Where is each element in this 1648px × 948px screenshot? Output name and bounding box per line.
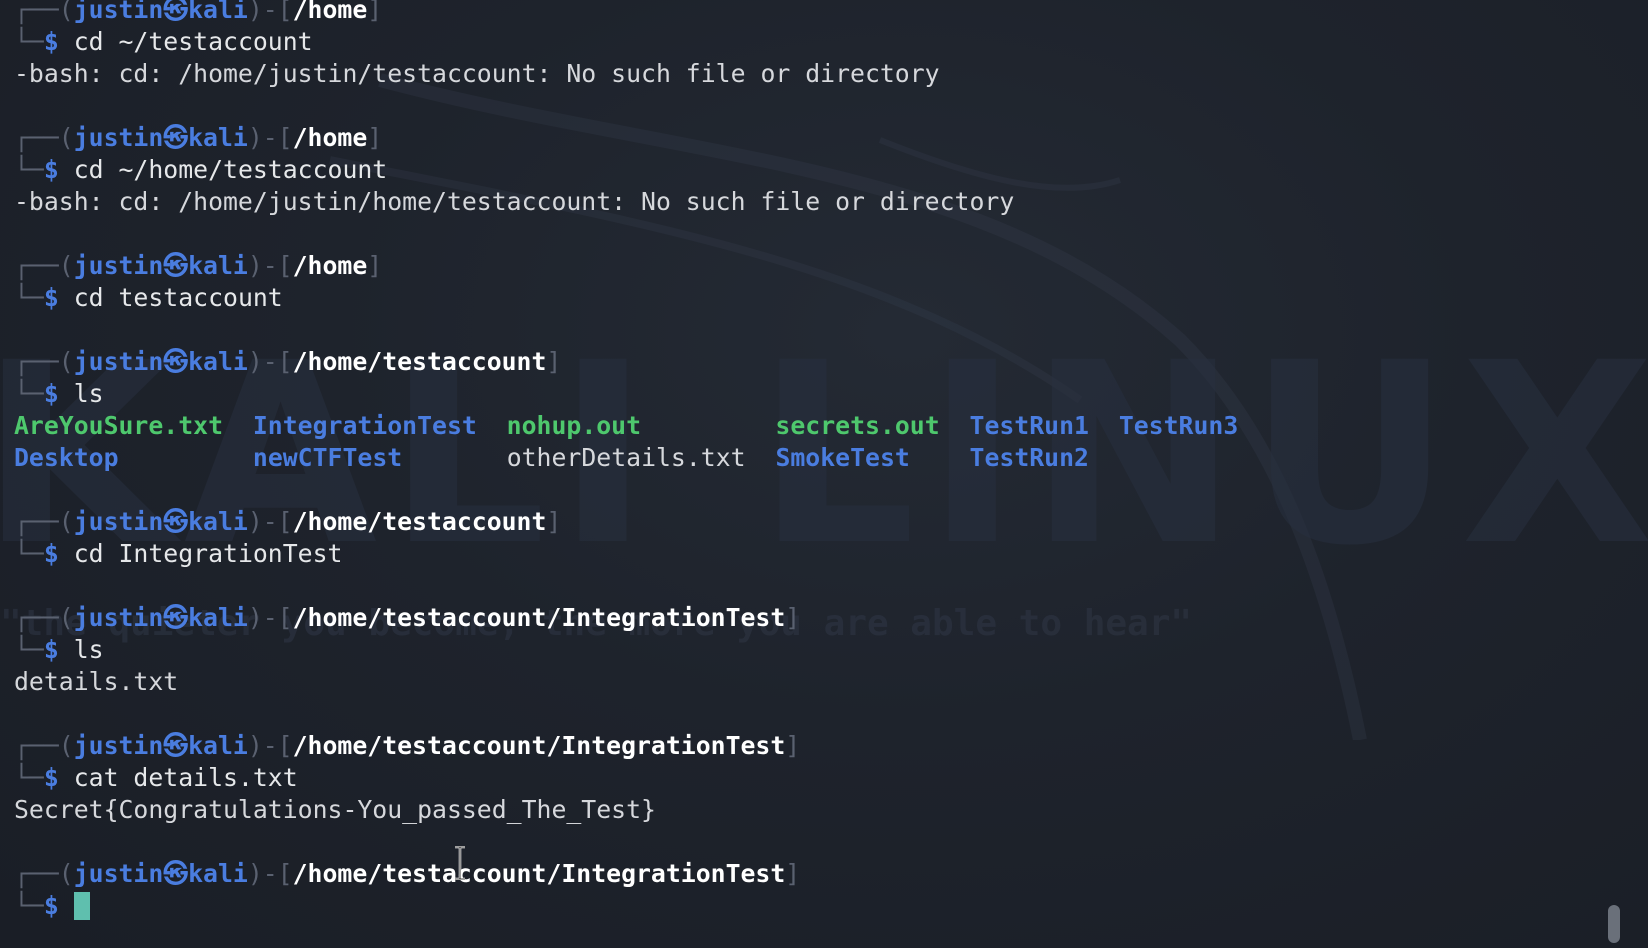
directory-entry: TestRun1 (969, 411, 1089, 440)
prompt-line: ┌──(justin㉿kali)-[/home/testaccount] (14, 347, 562, 376)
command-line: └─$ cat details.txt (14, 763, 298, 792)
output-line: details.txt (14, 667, 179, 696)
file-entry: secrets.out (775, 411, 940, 440)
prompt-line: ┌──(justin㉿kali)-[/home/testaccount] (14, 507, 562, 536)
ibeam-cursor-icon (455, 846, 465, 880)
scrollbar-thumb[interactable] (1608, 905, 1620, 943)
prompt-line: ┌──(justin㉿kali)-[/home/testaccount/Inte… (14, 859, 801, 888)
command-line: └─$ ls (14, 635, 104, 664)
prompt-line: ┌──(justin㉿kali)-[/home] (14, 0, 383, 24)
command-line: └─$ cd ~/testaccount (14, 27, 313, 56)
output-line: -bash: cd: /home/justin/home/testaccount… (14, 187, 1015, 216)
file-entry: otherDetails.txt (506, 443, 746, 472)
command-line: └─$ ls (14, 379, 104, 408)
prompt-line: ┌──(justin㉿kali)-[/home/testaccount/Inte… (14, 603, 801, 632)
directory-entry: IntegrationTest (252, 411, 477, 440)
command-line: └─$ cd testaccount (14, 283, 283, 312)
prompt-line: ┌──(justin㉿kali)-[/home/testaccount/Inte… (14, 731, 801, 760)
file-entry: AreYouSure.txt (14, 411, 224, 440)
prompt-line: ┌──(justin㉿kali)-[/home] (14, 251, 383, 280)
command-line: └─$ cd IntegrationTest (14, 539, 343, 568)
prompt-line: ┌──(justin㉿kali)-[/home] (14, 123, 383, 152)
terminal-window[interactable]: KALI LINUX "the quieter you become, the … (0, 0, 1648, 948)
output-line: -bash: cd: /home/justin/testaccount: No … (14, 59, 940, 88)
output-line: Secret{Congratulations-You_passed_The_Te… (14, 795, 656, 824)
directory-entry: TestRun2 (969, 443, 1089, 472)
terminal-output: ┌──(justin㉿kali)-[/home] └─$ cd ~/testac… (14, 0, 1588, 922)
directory-entry: newCTFTest (252, 443, 403, 472)
directory-entry: TestRun3 (1118, 411, 1239, 440)
ls-row: AreYouSure.txt IntegrationTest nohup.out… (14, 410, 1588, 442)
file-entry: nohup.out (506, 411, 642, 440)
directory-entry: Desktop (14, 443, 119, 472)
text-cursor[interactable] (73, 892, 90, 920)
directory-entry: SmokeTest (775, 443, 910, 472)
command-input-line[interactable]: └─$ (14, 890, 1588, 922)
command-line: └─$ cd ~/home/testaccount (14, 155, 388, 184)
ls-row: Desktop newCTFTest otherDetails.txt Smok… (14, 442, 1588, 474)
